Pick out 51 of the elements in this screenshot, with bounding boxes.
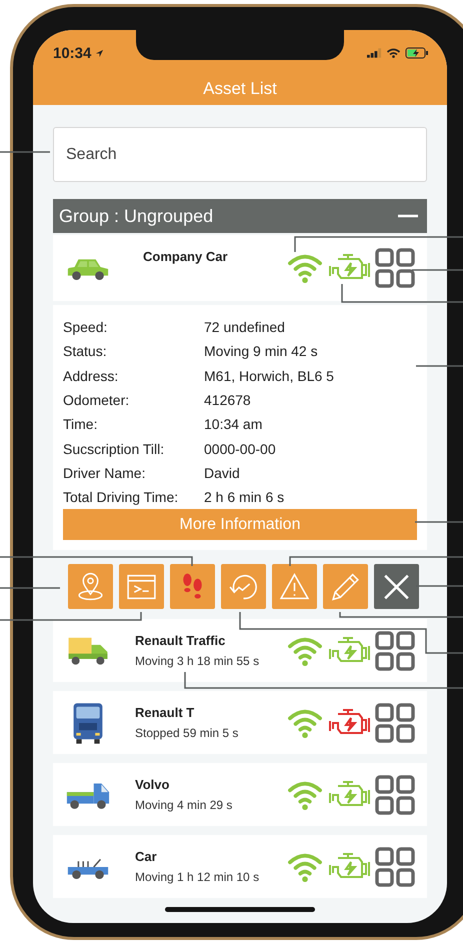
location-arrow-icon xyxy=(95,48,104,58)
detail-value: 10:34 am xyxy=(204,416,262,432)
leader-line xyxy=(0,587,60,589)
vehicle-name: Volvo xyxy=(135,777,170,792)
leader-line xyxy=(415,521,463,523)
group-header[interactable]: Group : Ungrouped xyxy=(53,199,427,233)
grid-icon[interactable] xyxy=(375,846,415,887)
detail-label: Address: xyxy=(63,368,120,384)
detail-label: Odometer: xyxy=(63,392,130,408)
detail-value: 412678 xyxy=(204,392,251,408)
grid-icon[interactable] xyxy=(375,702,415,743)
battery-icon xyxy=(405,47,429,59)
detail-value: 0000-00-00 xyxy=(204,440,276,457)
vehicle-card[interactable]: Car Moving 1 h 12 min 10 s xyxy=(53,835,427,898)
signal-icon xyxy=(285,252,325,284)
screen-title: Asset List xyxy=(202,79,278,99)
vehicle-status: Moving 3 h 18 min 55 s xyxy=(135,654,260,668)
vehicle-status: Moving 4 min 29 s xyxy=(135,798,234,812)
detail-value: 72 undefined xyxy=(204,319,285,336)
grid-icon[interactable] xyxy=(375,248,415,288)
leader-line xyxy=(412,269,463,271)
grid-icon[interactable] xyxy=(375,630,415,671)
search-field[interactable]: Search xyxy=(53,127,427,182)
vehicle-name: Car xyxy=(135,849,158,864)
vehicle-card[interactable]: Renault T Stopped 59 min 5 s xyxy=(53,691,427,754)
leader-line xyxy=(416,365,463,367)
vehicle-card[interactable]: Renault Traffic Moving 3 h 18 min 55 s xyxy=(53,619,427,682)
detail-label: Driver Name: xyxy=(63,464,146,481)
wifi-icon xyxy=(386,48,401,58)
detail-value: Moving 9 min 42 s xyxy=(204,343,318,360)
vehicle-name: Renault Traffic xyxy=(135,633,226,648)
leader-line xyxy=(0,151,50,153)
group-title: Group : Ungrouped xyxy=(59,206,214,226)
vehicle-status: Stopped 59 min 5 s xyxy=(135,726,240,740)
close-button[interactable] xyxy=(374,564,419,610)
status-time: 10:34 xyxy=(53,44,92,62)
grid-icon[interactable] xyxy=(375,774,415,815)
leader-line xyxy=(416,585,463,587)
detail-label: Time: xyxy=(63,416,98,432)
vehicle-status: Moving 1 h 12 min 10 s xyxy=(135,870,260,884)
detail-value: David xyxy=(204,464,240,481)
vehicle-card[interactable]: Volvo Moving 4 min 29 s xyxy=(53,763,427,826)
detail-value: 2 h 6 min 6 s xyxy=(204,489,284,506)
detail-label: Speed: xyxy=(63,319,108,336)
signal-bars-icon xyxy=(367,48,382,58)
detail-label: Sucscription Till: xyxy=(63,440,166,457)
vehicle-name: Company Car xyxy=(143,249,229,264)
detail-value: M61, Horwich, BL6 5 xyxy=(204,368,334,384)
detail-label: Total Driving Time: xyxy=(63,489,180,506)
vehicle-name: Renault T xyxy=(135,705,196,720)
detail-label: Status: xyxy=(63,343,108,360)
